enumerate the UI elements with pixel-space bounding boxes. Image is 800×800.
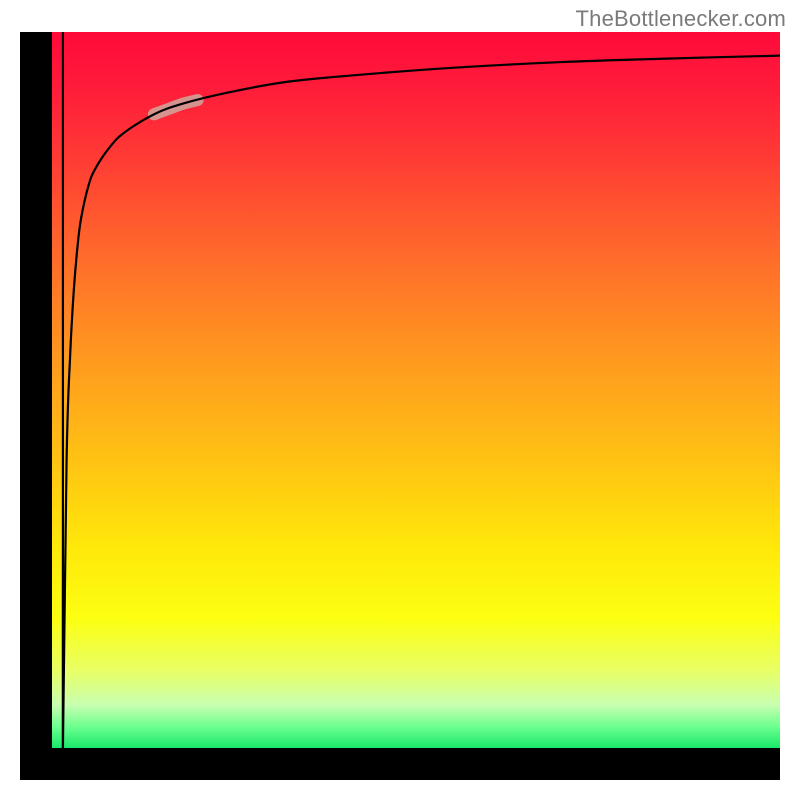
chart-stage: TheBottlenecker.com — [0, 0, 800, 800]
plot-area — [52, 32, 780, 748]
curve-layer — [52, 32, 780, 748]
watermark-text: TheBottlenecker.com — [576, 6, 786, 32]
bottleneck-curve — [63, 32, 780, 748]
axes-frame — [20, 32, 780, 780]
